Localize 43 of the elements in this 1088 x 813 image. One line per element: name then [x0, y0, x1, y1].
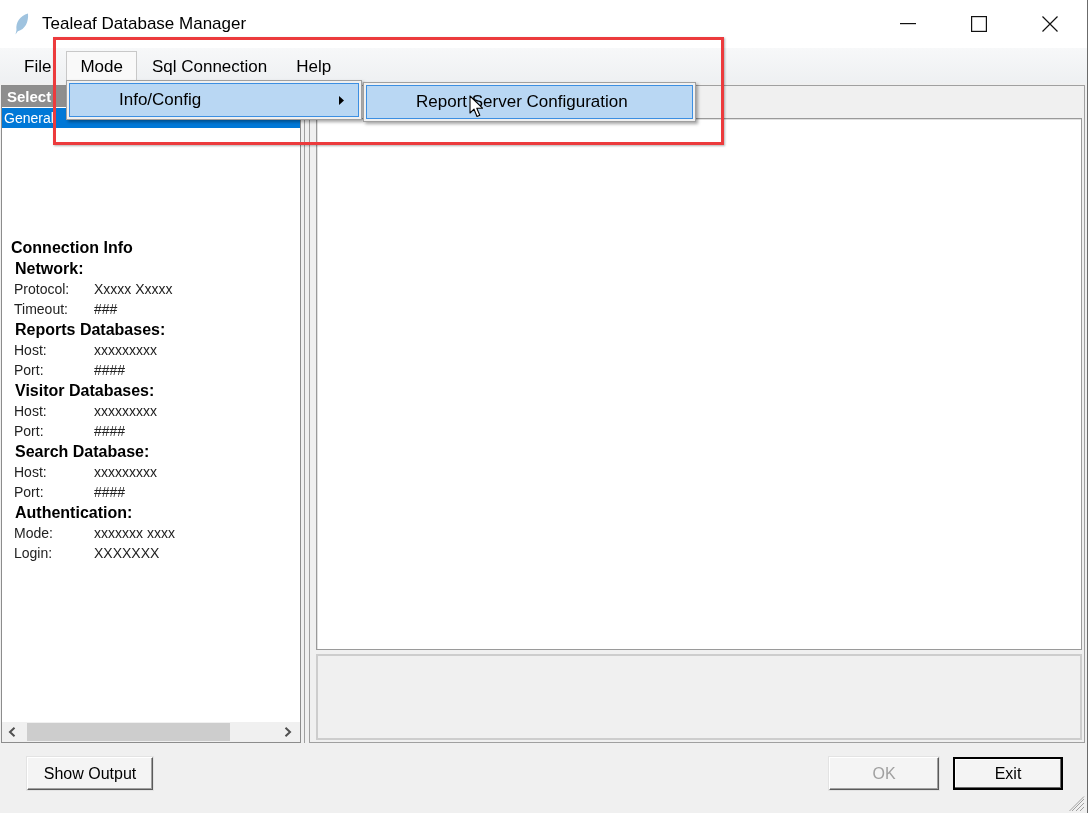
field-label: Port: — [14, 422, 45, 441]
field-value: ### — [94, 300, 118, 319]
field-label: Port: — [14, 483, 45, 502]
field-label: Host: — [14, 463, 48, 482]
section-heading: Search Database: — [15, 442, 151, 462]
close-icon — [1041, 16, 1058, 32]
section-heading: Authentication: — [15, 503, 134, 523]
section-heading: Visitor Databases: — [15, 381, 156, 401]
menu-item[interactable]: Mode — [66, 50, 137, 83]
field-value: xxxxxxx xxxx — [94, 524, 175, 543]
field-value: xxxxxxxxx — [94, 341, 157, 360]
scroll-right-icon[interactable] — [284, 727, 292, 737]
field-label: Host: — [14, 341, 48, 360]
section-heading: Network: — [15, 259, 85, 279]
field-label: Port: — [14, 361, 45, 380]
window-title: Tealeaf Database Manager — [42, 14, 247, 34]
menu-item[interactable]: File — [10, 50, 66, 83]
field-value: #### — [94, 422, 126, 441]
field-label: Login: — [14, 544, 54, 563]
leaf-icon — [15, 13, 29, 35]
minimize-icon — [899, 23, 916, 25]
maximize-icon — [970, 16, 987, 32]
field-label: Protocol: — [14, 280, 71, 299]
field-value: XXXXXXX — [94, 544, 160, 563]
field-value: xxxxxxxxx — [94, 463, 157, 482]
field-label: Mode: — [14, 524, 54, 543]
menu-entry[interactable]: Info/Config — [69, 83, 359, 117]
field-value: xxxxxxxxx — [94, 402, 157, 421]
section-heading: Reports Databases: — [15, 320, 167, 340]
info-title: Connection Info — [11, 238, 134, 258]
show-output-button[interactable]: Show Output — [27, 757, 153, 790]
field-label: Host: — [14, 402, 48, 421]
field-value: #### — [94, 483, 126, 502]
field-value: #### — [94, 361, 126, 380]
field-value: Xxxxx Xxxxx — [94, 280, 173, 299]
menu-item[interactable]: Help — [282, 50, 346, 83]
scrollbar-thumb[interactable] — [27, 723, 230, 741]
horizontal-scrollbar[interactable] — [2, 722, 300, 742]
scroll-left-icon[interactable] — [8, 727, 16, 737]
field-label: Timeout: — [14, 300, 69, 319]
dialog-button[interactable]: Exit — [953, 757, 1063, 790]
menu-item[interactable]: Sql Connection — [137, 50, 282, 83]
resize-grip-icon[interactable] — [1069, 796, 1085, 812]
